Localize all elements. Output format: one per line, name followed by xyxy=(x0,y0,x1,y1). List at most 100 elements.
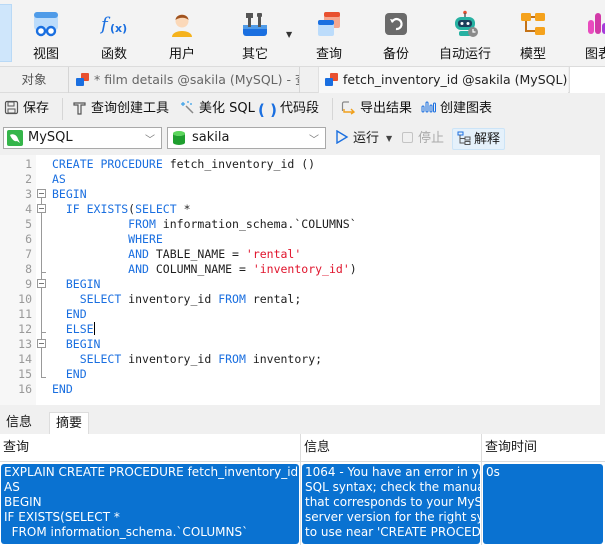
export-results-button[interactable]: 导出结果 xyxy=(341,99,412,119)
cell-text-line: that corresponds to your MySQL xyxy=(305,495,480,509)
tab-fetch-inventory-id-query[interactable]: fetch_inventory_id @sakila (MySQL) - 查..… xyxy=(318,67,568,93)
svg-text:(x): (x) xyxy=(110,22,127,35)
cell-text-line: 1064 - You have an error in your xyxy=(305,465,480,479)
cell-time[interactable]: 0s xyxy=(483,464,603,544)
cell-text-line: BEGIN xyxy=(4,495,42,509)
query-tab-icon xyxy=(76,73,90,86)
play-icon xyxy=(336,129,349,145)
toolbar-divider xyxy=(332,98,333,120)
cell-text-line: SQL syntax; check the manual xyxy=(305,480,480,494)
ribbon-chart-button[interactable]: 图表 xyxy=(568,6,605,62)
connection-select[interactable]: MySQL ﹀ xyxy=(3,127,162,149)
ribbon-backup-button[interactable]: 备份 xyxy=(366,6,426,62)
code-snippet-button[interactable]: ( ) 代码段 xyxy=(258,99,319,119)
cell-message[interactable]: 1064 - You have an error in your SQL synt… xyxy=(302,464,480,544)
code-text: SELECT inventory_id FROM rental; xyxy=(79,292,302,306)
code-text: END xyxy=(52,382,73,396)
code-line[interactable]: 14 SELECT inventory_id FROM inventory; xyxy=(0,352,600,367)
code-line[interactable]: 12 ELSE xyxy=(0,322,600,337)
line-number: 7 xyxy=(25,247,32,261)
ribbon-query-label: 查询 xyxy=(315,47,342,62)
sql-editor[interactable]: 1 CREATE PROCEDURE fetch_inventory_id () 2… xyxy=(0,155,600,405)
tab-film-details-query[interactable]: * film details @sakila (MySQL) - 查询 xyxy=(70,67,300,93)
beautify-sql-button[interactable]: 美化 SQL xyxy=(180,99,255,119)
tab-label: * film details @sakila (MySQL) - 查询 xyxy=(94,72,300,87)
ribbon-user-label: 用户 xyxy=(168,47,195,62)
database-icon xyxy=(173,131,185,145)
tab-objects[interactable]: 对象 xyxy=(0,67,69,93)
tab-bar-empty-area xyxy=(569,67,605,93)
code-text: FROM information_schema.`COLUMNS` xyxy=(128,217,357,231)
code-line[interactable]: 8 AND COLUMN_NAME = 'inventory_id') xyxy=(0,262,600,277)
column-header-query[interactable]: 查询 xyxy=(0,434,300,462)
database-select[interactable]: sakila ﹀ xyxy=(167,127,326,149)
code-line[interactable]: 5 FROM information_schema.`COLUMNS` xyxy=(0,217,600,232)
ribbon-model-button[interactable]: 模型 xyxy=(503,6,563,62)
other-dropdown-caret-icon[interactable]: ▼ xyxy=(286,30,292,39)
line-number: 10 xyxy=(18,292,32,306)
ribbon-view-label: 视图 xyxy=(32,47,59,62)
tab-summary[interactable]: 摘要 xyxy=(49,412,90,434)
code-line[interactable]: 16 END xyxy=(0,382,600,397)
code-line[interactable]: 9 BEGIN xyxy=(0,277,600,292)
save-button[interactable]: 保存 xyxy=(4,99,49,119)
run-dropdown-caret-icon[interactable]: ▼ xyxy=(386,128,392,150)
cell-text-line: server version for the right syntax xyxy=(305,510,480,524)
line-number: 11 xyxy=(18,307,32,321)
code-text: AND COLUMN_NAME = 'inventory_id') xyxy=(128,262,357,276)
cell-text-line: AS xyxy=(4,480,20,494)
summary-grid: 查询 信息 查询时间 EXPLAIN CREATE PROCEDURE fetc… xyxy=(0,434,605,545)
run-label: 运行 xyxy=(353,131,380,146)
database-value: sakila xyxy=(192,130,230,145)
ribbon-query-button[interactable]: 查询 xyxy=(299,6,359,62)
stop-button[interactable]: 停止 xyxy=(402,128,444,150)
stop-label: 停止 xyxy=(418,131,445,146)
ribbon-user-button[interactable]: 用户 xyxy=(152,6,212,62)
results-tab-bar: 信息 摘要 xyxy=(0,410,605,434)
code-text: BEGIN xyxy=(52,187,87,201)
ribbon-other-button[interactable]: 其它 xyxy=(225,6,285,62)
create-chart-button[interactable]: 创建图表 xyxy=(421,99,492,119)
code-line[interactable]: 15 END xyxy=(0,367,600,382)
line-number: 16 xyxy=(18,382,32,396)
query-builder-icon xyxy=(73,102,86,115)
column-header-time[interactable]: 查询时间 xyxy=(482,434,605,462)
code-text: BEGIN xyxy=(65,277,101,291)
function-icon: f (x) xyxy=(100,14,127,35)
ribbon-toolbar: 视图 f (x) 函数 用户 其它 ▼ 查询 备份 自动运行 模型 图表 xyxy=(0,0,605,66)
ribbon-automation-label: 自动运行 xyxy=(438,47,491,62)
column-header-message[interactable]: 信息 xyxy=(301,434,481,462)
line-number: 6 xyxy=(25,232,32,246)
code-line[interactable]: 1 CREATE PROCEDURE fetch_inventory_id () xyxy=(0,157,600,172)
query-builder-button[interactable]: 查询创建工具 xyxy=(72,99,169,119)
ribbon-function-label: 函数 xyxy=(100,47,127,62)
ribbon-other-label: 其它 xyxy=(241,47,268,62)
code-line[interactable]: 3 BEGIN xyxy=(0,187,600,202)
create-chart-label: 创建图表 xyxy=(440,101,493,116)
code-text: WHERE xyxy=(128,232,163,246)
robot-icon xyxy=(455,10,478,37)
code-line[interactable]: 13 BEGIN xyxy=(0,337,600,352)
line-number: 5 xyxy=(25,217,32,231)
chart-icon xyxy=(588,13,605,34)
query-builder-label: 查询创建工具 xyxy=(91,101,170,116)
cell-query[interactable]: EXPLAIN CREATE PROCEDURE fetch_inventory… xyxy=(1,464,299,544)
ribbon-view-button[interactable]: 视图 xyxy=(16,6,76,62)
code-line[interactable]: 2 AS xyxy=(0,172,600,187)
code-line[interactable]: 4 IF EXISTS(SELECT * xyxy=(0,202,600,217)
cell-text-line: FROM information_schema.`COLUMNS` xyxy=(4,525,249,539)
explain-button[interactable]: 解释 xyxy=(452,128,506,150)
connection-value: MySQL xyxy=(28,130,73,145)
ribbon-function-button[interactable]: f (x) 函数 xyxy=(84,6,144,62)
line-number: 1 xyxy=(25,157,32,171)
code-line[interactable]: 7 AND TABLE_NAME = 'rental' xyxy=(0,247,600,262)
code-line[interactable]: 6 WHERE xyxy=(0,232,600,247)
code-text: BEGIN xyxy=(65,337,101,351)
ribbon-automation-button[interactable]: 自动运行 xyxy=(435,6,495,62)
run-button[interactable]: 运行 xyxy=(335,128,379,150)
tab-message[interactable]: 信息 xyxy=(0,412,38,434)
code-line[interactable]: 11 END xyxy=(0,307,600,322)
ribbon-chart-label: 图表 xyxy=(584,47,605,62)
code-line[interactable]: 10 SELECT inventory_id FROM rental; xyxy=(0,292,600,307)
line-number: 12 xyxy=(18,322,32,336)
